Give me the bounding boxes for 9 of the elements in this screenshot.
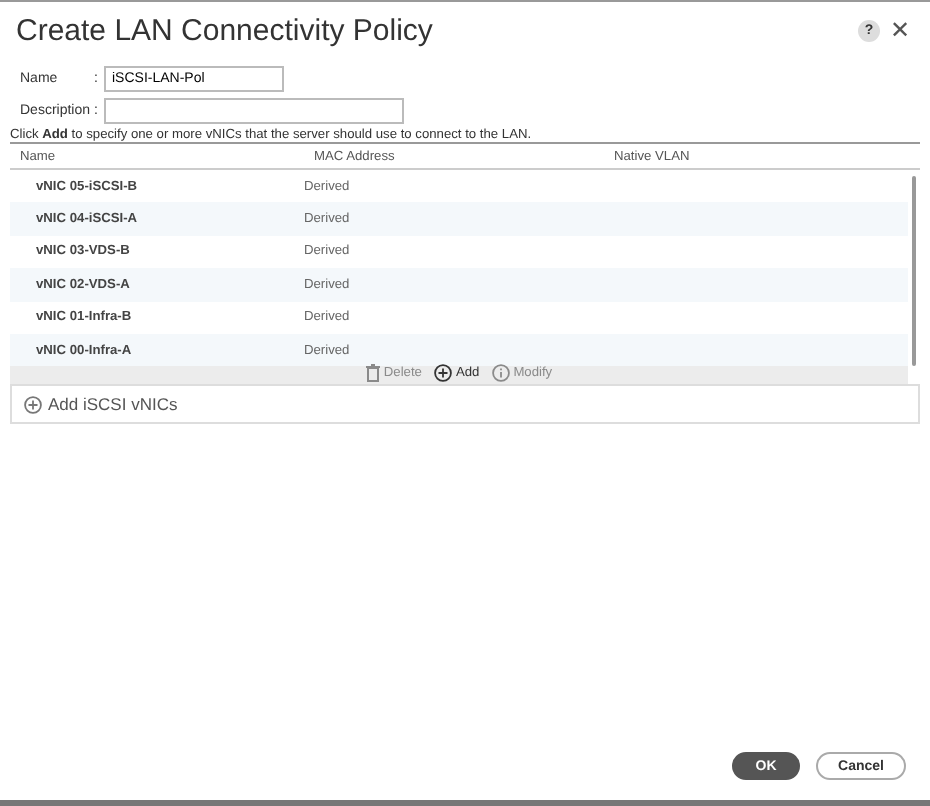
close-button[interactable]: ✕ [890,16,910,44]
description-field[interactable] [104,98,404,124]
window-title: Create LAN Connectivity Policy [16,13,435,47]
scrollbar[interactable] [912,176,916,366]
trash-icon [365,364,380,383]
plus-circle-icon [433,364,452,383]
add-iscsi-vnics-button[interactable]: Add iSCSI vNICs [10,384,920,425]
plus-circle-icon [24,395,42,414]
info-circle-icon [491,364,510,383]
